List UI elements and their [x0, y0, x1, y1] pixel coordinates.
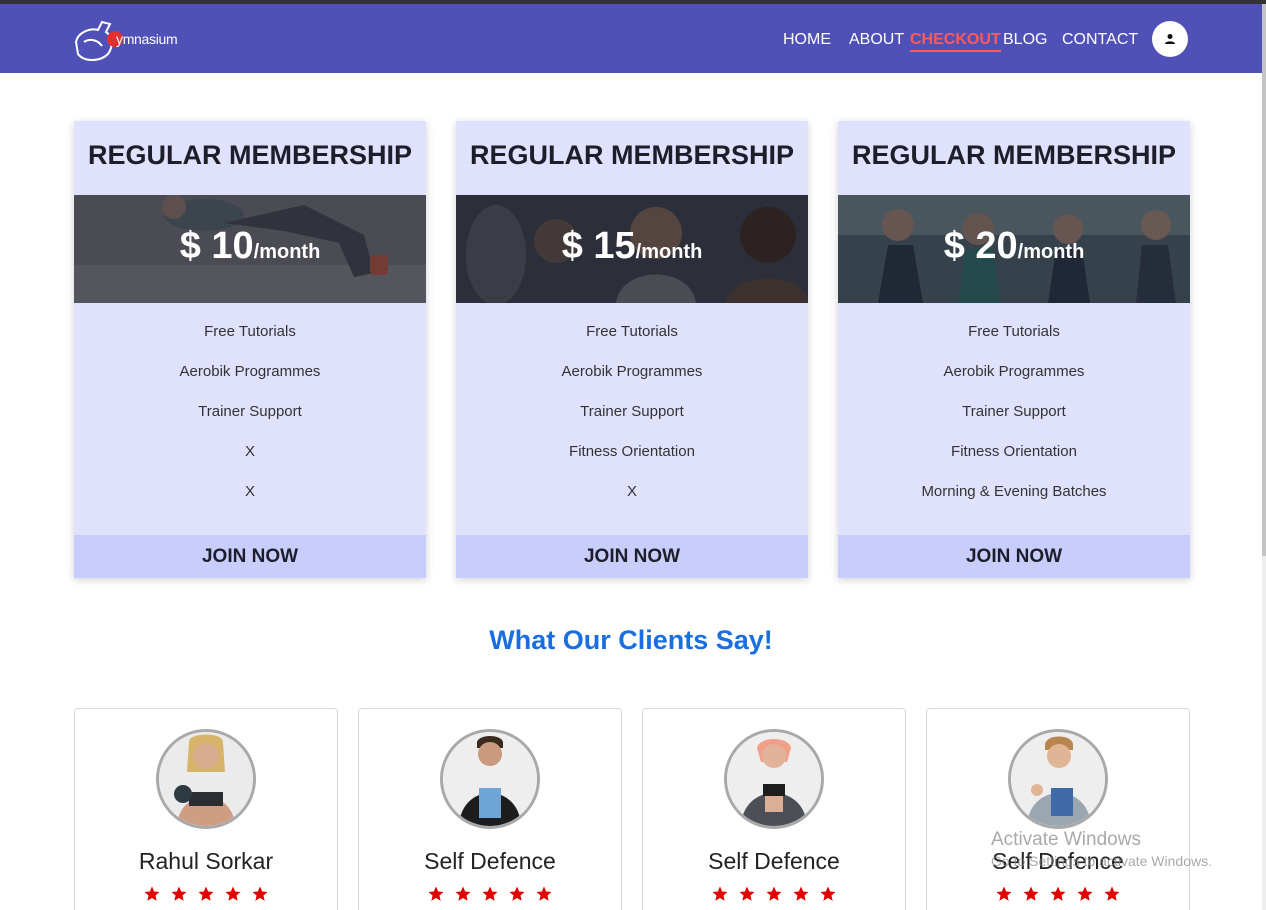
star-icon	[536, 886, 552, 901]
price-unit: /month	[635, 241, 703, 263]
feature-list: Free Tutorials Aerobik Programmes Traine…	[456, 319, 808, 519]
join-now-button[interactable]: JOIN NOW	[74, 535, 426, 578]
feature-item: Free Tutorials	[968, 323, 1060, 340]
avatar	[156, 729, 256, 829]
client-photo	[727, 732, 821, 826]
scrollbar-thumb[interactable]	[1262, 4, 1266, 556]
star-icon	[793, 886, 809, 901]
nav-checkout[interactable]: CHECKOUT	[910, 31, 1001, 52]
plan-price: $ 15/month	[456, 225, 808, 268]
feature-item: Aerobik Programmes	[943, 363, 1085, 380]
testimonial-card: Self Defence	[926, 708, 1190, 910]
feature-item: Free Tutorials	[204, 323, 296, 340]
feature-item: Fitness Orientation	[569, 443, 695, 460]
feature-item: X	[626, 483, 637, 500]
feature-item: Fitness Orientation	[951, 443, 1077, 460]
watermark-subtitle: Go to Settings to activate Windows.	[991, 853, 1212, 869]
plan-card: REGULAR MEMBERSHIP $ 20/month Free Tutor…	[838, 121, 1190, 578]
client-name: Self Defence	[708, 848, 840, 874]
plan-card: REGULAR MEMBERSHIP $ 15/month Free Tutor…	[456, 121, 808, 578]
price-amount: $ 15	[561, 225, 636, 267]
star-icon	[509, 886, 525, 901]
feature-item: X	[244, 443, 255, 460]
star-icon	[1023, 886, 1039, 901]
feature-item: Trainer Support	[580, 403, 684, 420]
feature-list: Free Tutorials Aerobik Programmes Traine…	[74, 319, 426, 519]
star-icon	[766, 886, 782, 901]
activate-windows-watermark: Activate Windows Go to Settings to activ…	[991, 829, 1212, 869]
star-icon	[996, 886, 1012, 901]
price-unit: /month	[1017, 241, 1085, 263]
nav-about[interactable]: ABOUT	[849, 31, 904, 49]
plan-title: REGULAR MEMBERSHIP	[851, 140, 1176, 170]
plan-banner-image: $ 10/month	[74, 195, 426, 303]
star-icon	[225, 886, 241, 901]
feature-list: Free Tutorials Aerobik Programmes Traine…	[838, 319, 1190, 519]
join-now-button[interactable]: JOIN NOW	[456, 535, 808, 578]
plan-banner-image: $ 20/month	[838, 195, 1190, 303]
plan-price: $ 10/month	[74, 225, 426, 268]
feature-item: Trainer Support	[198, 403, 302, 420]
star-icon	[820, 886, 836, 901]
feature-item: Aerobik Programmes	[561, 363, 703, 380]
rating-stars	[643, 885, 905, 907]
nav-contact[interactable]: CONTACT	[1062, 31, 1138, 49]
main-nav: HOME ABOUT CHECKOUT BLOG CONTACT	[0, 31, 1262, 55]
price-amount: $ 10	[179, 225, 254, 267]
user-icon	[1165, 34, 1175, 44]
star-icon	[1050, 886, 1066, 901]
feature-item: Aerobik Programmes	[179, 363, 321, 380]
plan-title: REGULAR MEMBERSHIP	[469, 140, 794, 170]
feature-item: Free Tutorials	[586, 323, 678, 340]
star-icon	[144, 886, 160, 901]
user-account-button[interactable]	[1152, 21, 1188, 57]
star-icon	[712, 886, 728, 901]
testimonials-heading: What Our Clients Say!	[489, 625, 773, 655]
star-icon	[252, 886, 268, 901]
rating-stars	[359, 885, 621, 907]
watermark-title: Activate Windows	[991, 829, 1141, 850]
testimonial-card: Self Defence	[642, 708, 906, 910]
join-now-button[interactable]: JOIN NOW	[838, 535, 1190, 578]
star-icon	[1077, 886, 1093, 901]
client-photo	[443, 732, 537, 826]
navbar: ymnasium HOME ABOUT CHECKOUT BLOG CONTAC…	[0, 4, 1262, 73]
star-icon	[428, 886, 444, 901]
star-icon	[455, 886, 471, 901]
nav-blog[interactable]: BLOG	[1003, 31, 1047, 49]
feature-item: Morning & Evening Batches	[921, 483, 1107, 500]
price-unit: /month	[253, 241, 321, 263]
plan-price: $ 20/month	[838, 225, 1190, 268]
star-icon	[171, 886, 187, 901]
star-icon	[482, 886, 498, 901]
avatar	[724, 729, 824, 829]
plan-card: REGULAR MEMBERSHIP $ 10/month Free Tutor…	[74, 121, 426, 578]
rating-stars	[927, 885, 1189, 907]
client-name: Rahul Sorkar	[138, 848, 274, 874]
feature-item: Trainer Support	[962, 403, 1066, 420]
client-photo	[1011, 732, 1105, 826]
rating-stars	[75, 885, 337, 907]
testimonial-card: Rahul Sorkar	[74, 708, 338, 910]
price-amount: $ 20	[943, 225, 1018, 267]
star-icon	[1104, 886, 1120, 901]
star-icon	[739, 886, 755, 901]
avatar	[1008, 729, 1108, 829]
avatar	[440, 729, 540, 829]
client-photo	[159, 732, 253, 826]
plan-title: REGULAR MEMBERSHIP	[87, 140, 412, 170]
nav-home[interactable]: HOME	[783, 31, 831, 49]
feature-item: X	[244, 483, 255, 500]
plan-banner-image: $ 15/month	[456, 195, 808, 303]
client-name: Self Defence	[424, 848, 556, 874]
testimonial-card: Self Defence	[358, 708, 622, 910]
star-icon	[198, 886, 214, 901]
